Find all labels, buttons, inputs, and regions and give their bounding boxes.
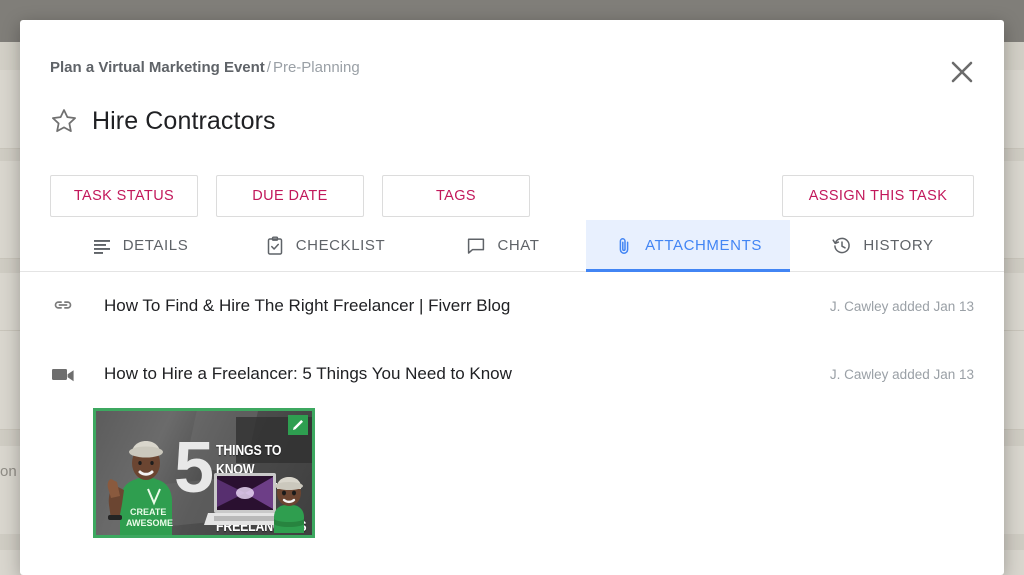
breadcrumb: Plan a Virtual Marketing Event / Pre-Plann… — [50, 58, 360, 78]
pencil-icon — [293, 420, 303, 430]
attachments-list: How To Find & Hire The Right Freelancer … — [20, 272, 1004, 538]
task-status-button[interactable]: TASK STATUS — [50, 175, 198, 217]
tab-attachments[interactable]: ATTACHMENTS — [586, 220, 790, 272]
video-camera-icon — [50, 361, 76, 387]
attachment-row[interactable]: How To Find & Hire The Right Freelancer … — [20, 272, 1004, 340]
close-button[interactable] — [940, 50, 984, 94]
star-outline-icon[interactable] — [50, 107, 78, 135]
tab-checklist[interactable]: CHECKLIST — [230, 220, 420, 271]
tab-attachments-label: ATTACHMENTS — [645, 237, 762, 254]
action-button-row: TASK STATUS DUE DATE TAGS ASSIGN THIS TA… — [50, 175, 974, 217]
tab-chat-label: CHAT — [497, 237, 540, 254]
breadcrumb-parent[interactable]: Plan a Virtual Marketing Event — [50, 59, 265, 76]
attachment-preview-wrap: CREATE AWESOME 5 THINGS TO KNOW BEFORE Y… — [20, 408, 1004, 538]
clipboard-check-icon — [267, 236, 282, 255]
tab-details[interactable]: DETAILS — [50, 220, 230, 271]
task-detail-modal: Plan a Virtual Marketing Event / Pre-Plann… — [20, 20, 1004, 575]
tab-bar: DETAILS CHECKLIST CHAT ATTACHMENTS HISTO… — [20, 220, 1004, 272]
page-title: Hire Contractors — [92, 107, 276, 135]
thumbnail-badge — [288, 415, 308, 435]
tags-button[interactable]: TAGS — [382, 175, 530, 217]
history-clock-icon — [832, 237, 851, 253]
link-icon — [50, 293, 76, 319]
attachment-title[interactable]: How To Find & Hire The Right Freelancer … — [104, 296, 510, 316]
due-date-button[interactable]: DUE DATE — [216, 175, 364, 217]
breadcrumb-current[interactable]: Pre-Planning — [273, 59, 360, 76]
thumbnail-character — [274, 477, 304, 533]
video-thumbnail[interactable]: CREATE AWESOME 5 THINGS TO KNOW BEFORE Y… — [93, 408, 315, 538]
tab-history[interactable]: HISTORY — [790, 220, 976, 271]
tab-history-label: HISTORY — [863, 237, 934, 254]
tab-chat[interactable]: CHAT — [420, 220, 586, 271]
assign-this-task-button[interactable]: ASSIGN THIS TASK — [782, 175, 974, 217]
attachment-meta: J. Cawley added Jan 13 — [829, 298, 974, 314]
tab-details-label: DETAILS — [122, 237, 189, 254]
list-lines-icon — [93, 239, 110, 254]
attachment-row[interactable]: How to Hire a Freelancer: 5 Things You N… — [20, 340, 1004, 408]
attachment-title[interactable]: How to Hire a Freelancer: 5 Things You N… — [104, 364, 512, 384]
background-text-left: on — [0, 463, 17, 480]
svg-text:CREATE: CREATE — [130, 507, 166, 517]
svg-text:AWESOME: AWESOME — [126, 518, 173, 528]
close-icon — [951, 61, 973, 83]
speech-bubble-icon — [468, 237, 485, 254]
breadcrumb-separator: / — [266, 59, 271, 76]
paperclip-icon — [619, 237, 629, 254]
tab-checklist-label: CHECKLIST — [295, 237, 386, 254]
title-row: Hire Contractors — [50, 106, 276, 136]
attachment-meta: J. Cawley added Jan 13 — [829, 366, 974, 382]
